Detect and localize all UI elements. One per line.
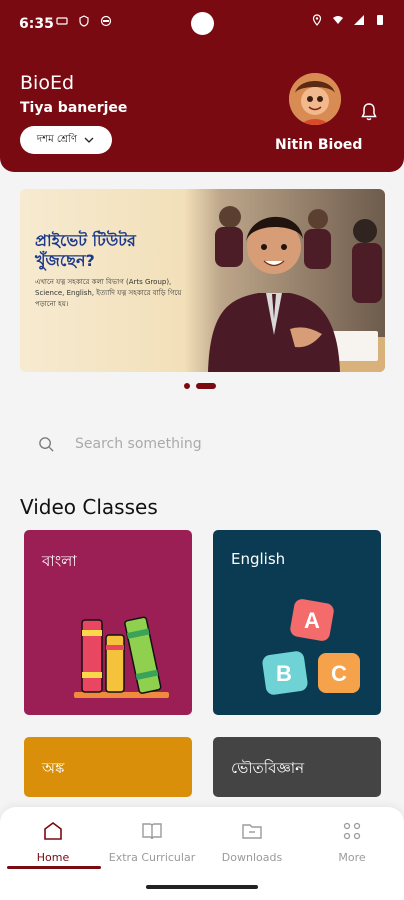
carousel-indicator — [184, 383, 216, 389]
chevron-down-icon — [84, 137, 94, 143]
shield-icon — [79, 15, 89, 27]
card-label: বাংলা — [42, 552, 77, 570]
class-select-value: দশম শ্রেণি — [36, 133, 78, 145]
carousel-dot-active[interactable] — [196, 383, 216, 389]
promo-banner[interactable]: প্রাইভেট টিউটর খুঁজছেন? এখানে যত্ন সহকার… — [20, 189, 385, 372]
nav-more-label: More — [338, 851, 366, 864]
banner-description: এখানে যত্ন সহকারে কলা বিভাগ (Arts Group)… — [35, 278, 182, 308]
svg-text:A: A — [304, 608, 320, 633]
book-open-icon — [142, 823, 162, 840]
wifi-icon — [333, 16, 343, 24]
status-time: 6:35 — [19, 16, 54, 32]
header: 6:35 BioEd Tiya banerjee দশম শ্রেণি Niti… — [0, 0, 404, 172]
battery-icon — [377, 15, 383, 25]
nav-extra-curricular-label: Extra Curricular — [108, 851, 196, 864]
grid-dots-icon — [343, 822, 361, 840]
nav-more[interactable]: More — [302, 819, 402, 864]
home-icon — [44, 822, 62, 840]
video-class-card-math[interactable]: অঙ্ক — [24, 737, 192, 797]
nav-home-label: Home — [36, 851, 70, 864]
sync-icon — [100, 15, 112, 27]
card-label: English — [231, 550, 286, 568]
avatar-image — [289, 73, 341, 125]
status-bar: 6:35 — [0, 0, 404, 48]
camera-cutout — [191, 12, 214, 35]
nav-home[interactable]: Home — [3, 819, 103, 864]
status-icons-right — [311, 14, 386, 26]
video-class-card-english[interactable]: English A B C — [213, 530, 381, 715]
active-tab-indicator — [7, 866, 101, 869]
svg-text:B: B — [276, 661, 292, 686]
svg-text:C: C — [331, 661, 347, 686]
video-class-card-bangla[interactable]: বাংলা — [24, 530, 192, 715]
books-icon — [74, 616, 169, 698]
nav-downloads[interactable]: Downloads — [202, 819, 302, 864]
video-class-card-physics[interactable]: ভৌতবিজ্ঞান — [213, 737, 381, 797]
card-label: অঙ্ক — [42, 759, 65, 777]
nav-downloads-label: Downloads — [221, 851, 283, 864]
bell-icon[interactable] — [360, 102, 378, 122]
folder-download-icon — [242, 824, 262, 839]
search-bar[interactable] — [20, 422, 385, 466]
card-label: ভৌতবিজ্ঞান — [231, 759, 305, 777]
nav-extra-curricular[interactable]: Extra Curricular — [102, 819, 202, 864]
location-icon — [312, 14, 322, 26]
app-screen: 6:35 BioEd Tiya banerjee দশম শ্রেণি Niti… — [0, 0, 404, 900]
gesture-bar[interactable] — [146, 885, 258, 889]
app-brand: BioEd — [20, 72, 75, 94]
status-icons-left — [56, 15, 112, 27]
search-icon — [39, 437, 54, 452]
username: Nitin Bioed — [275, 137, 363, 153]
teacher-name: Tiya banerjee — [20, 100, 128, 116]
avatar[interactable] — [289, 73, 341, 125]
search-input[interactable] — [75, 430, 365, 458]
abc-blocks-icon: A B C — [262, 599, 360, 695]
banner-title: প্রাইভেট টিউটর খুঁজছেন? — [35, 231, 136, 270]
class-select[interactable]: দশম শ্রেণি — [20, 126, 112, 154]
carousel-dot[interactable] — [184, 383, 190, 389]
message-icon — [56, 17, 68, 25]
signal-icon — [354, 15, 364, 25]
section-title: Video Classes — [20, 495, 158, 519]
